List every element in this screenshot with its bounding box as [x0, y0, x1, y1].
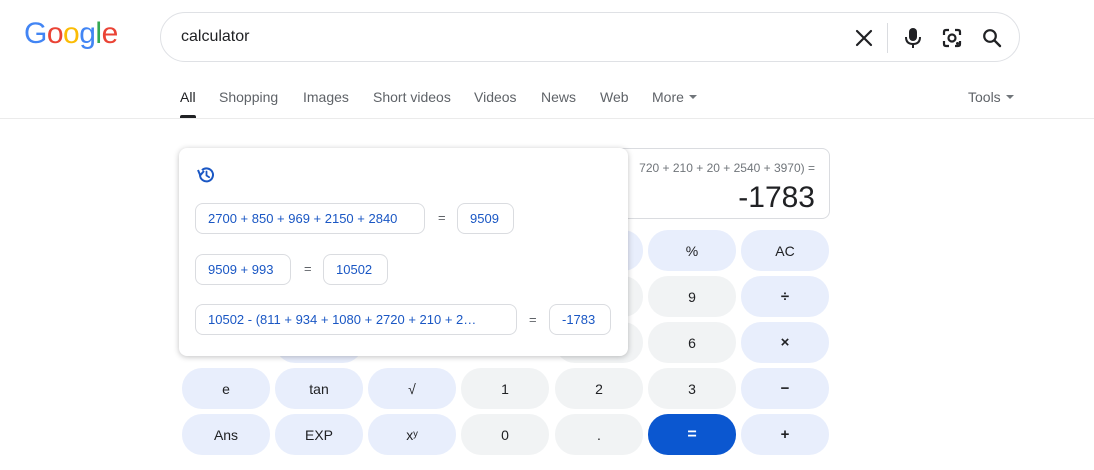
minus-button[interactable]: −	[741, 368, 829, 409]
history-expression-chip[interactable]: 10502 - (811 + 934 + 1080 + 2720 + 210 +…	[195, 304, 517, 335]
close-icon[interactable]	[852, 26, 876, 50]
tools-button[interactable]: Tools	[968, 89, 1014, 105]
logo-letter: o	[63, 17, 80, 50]
zero-button[interactable]: 0	[461, 414, 549, 455]
tab-shopping[interactable]: Shopping	[219, 89, 278, 105]
tab-short-videos[interactable]: Short videos	[373, 89, 451, 105]
chevron-down-icon	[1005, 95, 1014, 100]
tab-videos[interactable]: Videos	[474, 89, 517, 105]
calculator-result: -1783	[738, 181, 815, 214]
search-icon[interactable]	[980, 26, 1004, 50]
history-result-chip[interactable]: 9509	[457, 203, 514, 234]
history-equals-sign: =	[438, 210, 446, 225]
google-logo[interactable]: Google	[24, 17, 118, 51]
tab-images[interactable]: Images	[303, 89, 349, 105]
tab-all[interactable]: All	[180, 89, 196, 105]
search-divider	[887, 23, 888, 53]
history-result-chip[interactable]: 10502	[323, 254, 388, 285]
two-button[interactable]: 2	[555, 368, 643, 409]
lens-icon[interactable]	[940, 26, 964, 50]
calculator-expression: 720 + 210 + 20 + 2540 + 3970) =	[639, 161, 815, 175]
plus-button[interactable]: +	[741, 414, 829, 455]
history-expression-chip[interactable]: 2700 + 850 + 969 + 2150 + 2840	[195, 203, 425, 234]
nine-button[interactable]: 9	[648, 276, 736, 317]
tools-label: Tools	[968, 89, 1001, 105]
history-result-chip[interactable]: -1783	[549, 304, 611, 335]
search-input[interactable]	[181, 25, 821, 49]
exp-button[interactable]: EXP	[275, 414, 363, 455]
calculator-history-popup: 2700 + 850 + 969 + 2150 + 2840 = 9509 95…	[179, 148, 628, 356]
chevron-down-icon	[688, 95, 697, 100]
microphone-icon[interactable]	[901, 26, 925, 50]
sqrt-button[interactable]: √	[368, 368, 456, 409]
logo-letter: o	[46, 17, 64, 50]
active-tab-indicator	[180, 115, 196, 118]
logo-letter: G	[24, 17, 47, 50]
history-expression-chip[interactable]: 9509 + 993	[195, 254, 291, 285]
one-button[interactable]: 1	[461, 368, 549, 409]
divide-button[interactable]: ÷	[741, 276, 829, 317]
decimal-button[interactable]: .	[555, 414, 643, 455]
tan-button[interactable]: tan	[275, 368, 363, 409]
history-icon[interactable]	[196, 165, 216, 185]
logo-letter: e	[101, 17, 119, 50]
tab-news[interactable]: News	[541, 89, 576, 105]
tab-more[interactable]: More	[652, 89, 697, 105]
e-button[interactable]: e	[182, 368, 270, 409]
search-bar	[160, 12, 1020, 62]
history-equals-sign: =	[529, 312, 537, 327]
tab-more-label: More	[652, 89, 684, 105]
tab-web[interactable]: Web	[600, 89, 629, 105]
power-button[interactable]: xʸ	[368, 414, 456, 455]
search-tabs: All Shopping Images Short videos Videos …	[0, 80, 1094, 119]
ans-button[interactable]: Ans	[182, 414, 270, 455]
three-button[interactable]: 3	[648, 368, 736, 409]
logo-letter: g	[79, 17, 96, 50]
percent-button[interactable]: %	[648, 230, 736, 271]
multiply-button[interactable]: ×	[741, 322, 829, 363]
equals-button[interactable]: =	[648, 414, 736, 455]
history-equals-sign: =	[304, 261, 312, 276]
six-button[interactable]: 6	[648, 322, 736, 363]
all-clear-button[interactable]: AC	[741, 230, 829, 271]
